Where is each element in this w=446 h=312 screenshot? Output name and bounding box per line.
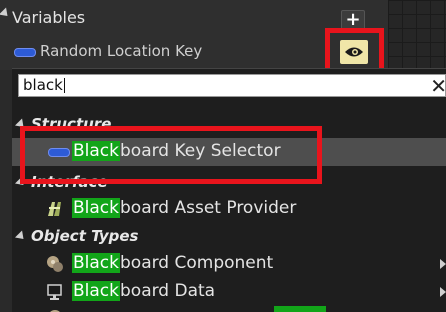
annotation-box-selected-item	[20, 126, 322, 184]
item-label: Blackboard Component	[72, 253, 273, 273]
item-label-rest: board Asset Provider	[120, 198, 297, 218]
match-highlight: Black	[72, 198, 120, 218]
component-icon	[47, 256, 63, 272]
expand-arrow-icon[interactable]	[14, 230, 28, 243]
item-label-rest: board Component	[120, 253, 274, 273]
item-label: Blackboard Asset Provider	[72, 198, 296, 218]
interface-icon	[48, 202, 61, 216]
graph-grid-background	[388, 0, 446, 70]
text-caret	[63, 78, 65, 93]
variables-title: Variables	[12, 8, 86, 27]
submenu-arrow-icon[interactable]	[440, 259, 446, 269]
match-highlight	[274, 306, 326, 312]
list-item-partial[interactable]	[12, 306, 446, 312]
variables-header[interactable]: Variables +	[0, 4, 380, 32]
category-label: Object Types	[31, 227, 139, 245]
list-item-blackboard-asset-provider[interactable]: Blackboard Asset Provider	[12, 195, 446, 223]
clear-search-icon[interactable]: ✕	[430, 74, 446, 98]
match-highlight: Black	[72, 281, 120, 301]
match-highlight: Black	[72, 253, 120, 273]
type-picker-dropdown: black ✕ Structure Blackboard Key Selecto…	[12, 68, 446, 312]
struct-type-pill-icon[interactable]	[14, 48, 36, 57]
search-input[interactable]: black	[23, 76, 65, 94]
collapse-arrow-icon[interactable]	[0, 7, 12, 20]
item-label: Blackboard Data	[72, 281, 215, 301]
category-object-types[interactable]: Object Types	[14, 227, 139, 245]
submenu-arrow-icon[interactable]	[440, 287, 446, 297]
variable-name[interactable]: Random Location Key	[40, 42, 202, 60]
data-asset-icon	[47, 284, 62, 300]
item-label-rest: board Data	[120, 281, 216, 301]
list-item-blackboard-data[interactable]: Blackboard Data	[12, 278, 446, 306]
object-icon	[50, 310, 60, 312]
list-item-blackboard-component[interactable]: Blackboard Component	[12, 250, 446, 278]
search-field[interactable]: black ✕	[18, 74, 446, 98]
